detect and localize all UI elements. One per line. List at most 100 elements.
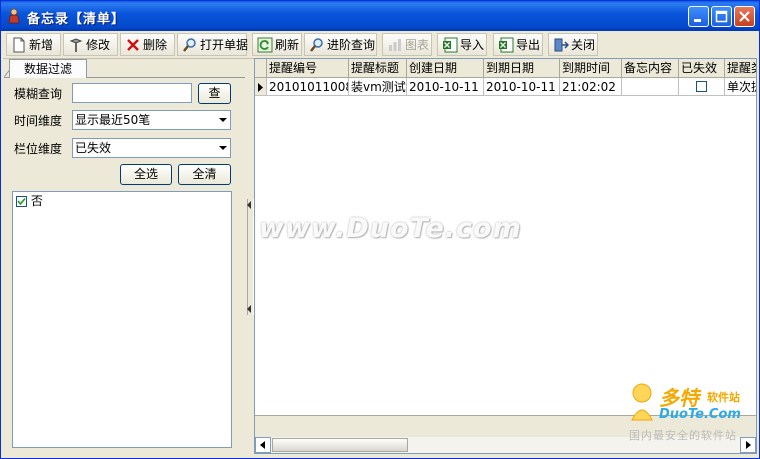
collapse-arrow-icon[interactable] <box>247 305 252 313</box>
logo-sub: 软件站 <box>707 391 740 404</box>
cell-type[interactable]: 单次提 <box>725 78 756 96</box>
column-header[interactable]: 提醒标题 <box>349 59 407 77</box>
edit-icon <box>69 38 83 52</box>
close-window-button[interactable] <box>734 6 755 27</box>
close-label: 关闭 <box>571 38 596 52</box>
import-label: 导入 <box>460 38 485 52</box>
checkbox[interactable] <box>16 196 27 207</box>
column-header[interactable]: 创建日期 <box>407 59 484 77</box>
open-document-button[interactable]: 打开单据 <box>177 33 249 56</box>
clear-all-button[interactable]: 全清 <box>178 164 231 185</box>
advanced-query-label: 进阶查询 <box>327 38 376 52</box>
cell-due-date[interactable]: 2010-10-11 <box>484 78 560 96</box>
column-dimension-value: 已失效 <box>75 141 112 155</box>
refresh-icon <box>257 37 273 53</box>
scroll-thumb[interactable] <box>272 438 408 452</box>
current-row-arrow-icon <box>258 83 263 92</box>
time-dimension-select[interactable]: 显示最近50笔 <box>72 110 231 130</box>
maximize-button[interactable] <box>711 6 732 27</box>
window-title: 备忘录【清单】 <box>27 12 126 27</box>
grid-header: 提醒编号 提醒标题 创建日期 到期日期 到期时间 备忘内容 已失效 提醒类 <box>255 59 756 78</box>
filter-panel: 数据过滤 模糊查询 查 时间维度 显示最近50笔 栏位维度 已失效 全选 全清 <box>4 59 245 454</box>
select-all-label: 全选 <box>133 167 158 181</box>
app-person-icon <box>8 8 20 24</box>
title-bar[interactable]: 备忘录【清单】 <box>1 1 759 31</box>
close-icon <box>739 11 750 22</box>
import-button[interactable]: 导入 <box>437 33 487 56</box>
refresh-button[interactable]: 刷新 <box>252 33 302 56</box>
chart-label: 图表 <box>405 38 430 52</box>
excel-export-icon <box>499 37 514 53</box>
cell-title[interactable]: 装vm测试 <box>349 78 407 96</box>
minimize-button[interactable] <box>688 6 709 27</box>
minimize-icon <box>694 19 701 22</box>
expired-checkbox[interactable] <box>696 81 707 92</box>
checklist-item[interactable]: 否 <box>16 194 43 208</box>
time-dimension-label: 时间维度 <box>14 114 63 128</box>
delete-button-label: 删除 <box>143 38 168 52</box>
exit-door-icon <box>554 38 569 52</box>
tab-data-filter[interactable]: 数据过滤 <box>9 59 87 78</box>
duote-logo: 多特 软件站 DuoTe.Com 国内最安全的软件站 <box>623 379 757 443</box>
maximize-icon <box>715 10 728 23</box>
close-button[interactable]: 关闭 <box>548 33 598 56</box>
main-window: 备忘录【清单】 新增 修改 删除 打开单据 刷新 进阶查询 图表 导入 导出 关… <box>0 0 760 459</box>
excel-import-icon <box>443 37 458 53</box>
export-button[interactable]: 导出 <box>493 33 543 56</box>
panel-splitter[interactable] <box>246 59 254 454</box>
chart-button[interactable]: 图表 <box>382 33 432 56</box>
cell-due-time[interactable]: 21:02:02 <box>560 78 622 96</box>
column-dimension-select[interactable]: 已失效 <box>72 138 231 158</box>
delete-button[interactable]: 删除 <box>120 33 175 56</box>
clear-all-label: 全清 <box>192 167 217 181</box>
logo-site: DuoTe.Com <box>659 407 741 422</box>
select-all-button[interactable]: 全选 <box>120 164 172 185</box>
cell-id[interactable]: 20101011008 <box>267 78 349 96</box>
cell-expired[interactable] <box>679 78 725 96</box>
search-button-label: 查 <box>208 86 221 100</box>
export-label: 导出 <box>516 38 541 52</box>
dropdown-arrow-icon <box>219 146 227 150</box>
column-header[interactable]: 提醒类 <box>725 59 756 77</box>
column-header[interactable]: 提醒编号 <box>267 59 349 77</box>
collapse-arrow-icon[interactable] <box>247 201 252 209</box>
table-row[interactable]: 20101011008 装vm测试 2010-10-11 2010-10-11 … <box>255 78 756 96</box>
fuzzy-query-label: 模糊查询 <box>14 87 63 101</box>
search-button[interactable]: 查 <box>198 83 231 104</box>
tab-data-filter-label: 数据过滤 <box>23 62 72 76</box>
checklist-item-label: 否 <box>30 194 43 208</box>
column-header[interactable]: 备忘内容 <box>622 59 679 77</box>
new-button[interactable]: 新增 <box>6 33 61 56</box>
column-dimension-label: 栏位维度 <box>14 142 63 156</box>
logo-slogan: 国内最安全的软件站 <box>629 429 737 442</box>
time-dimension-value: 显示最近50笔 <box>75 113 151 127</box>
splitter-grip[interactable] <box>247 199 254 315</box>
open-document-label: 打开单据 <box>200 38 249 52</box>
scroll-left-button[interactable] <box>255 437 271 453</box>
chart-icon <box>389 39 401 51</box>
advanced-query-button[interactable]: 进阶查询 <box>304 33 377 56</box>
checkmark-icon <box>17 197 26 206</box>
site-watermark: www.DuoTe.com <box>259 213 522 244</box>
delete-x-icon <box>127 39 139 51</box>
filter-checklist: 否 <box>12 191 232 448</box>
row-selector[interactable] <box>255 78 267 96</box>
magnifier-icon <box>310 38 323 52</box>
edit-button-label: 修改 <box>86 38 111 52</box>
row-selector-header <box>255 59 267 77</box>
cell-content[interactable] <box>622 78 679 96</box>
refresh-label: 刷新 <box>275 38 300 52</box>
fuzzy-query-input[interactable] <box>72 83 192 103</box>
edit-button[interactable]: 修改 <box>63 33 118 56</box>
column-header[interactable]: 已失效 <box>679 59 725 77</box>
arrow-left-icon <box>260 441 265 449</box>
toolbar: 新增 修改 删除 打开单据 刷新 进阶查询 图表 导入 导出 关闭 <box>3 32 757 59</box>
magnifier-icon <box>183 38 196 52</box>
column-header[interactable]: 到期时间 <box>560 59 622 77</box>
cell-created-date[interactable]: 2010-10-11 <box>407 78 484 96</box>
mascot-icon <box>631 383 653 421</box>
new-button-label: 新增 <box>29 38 54 52</box>
new-doc-icon <box>13 37 25 53</box>
column-header[interactable]: 到期日期 <box>484 59 560 77</box>
dropdown-arrow-icon <box>219 118 227 122</box>
